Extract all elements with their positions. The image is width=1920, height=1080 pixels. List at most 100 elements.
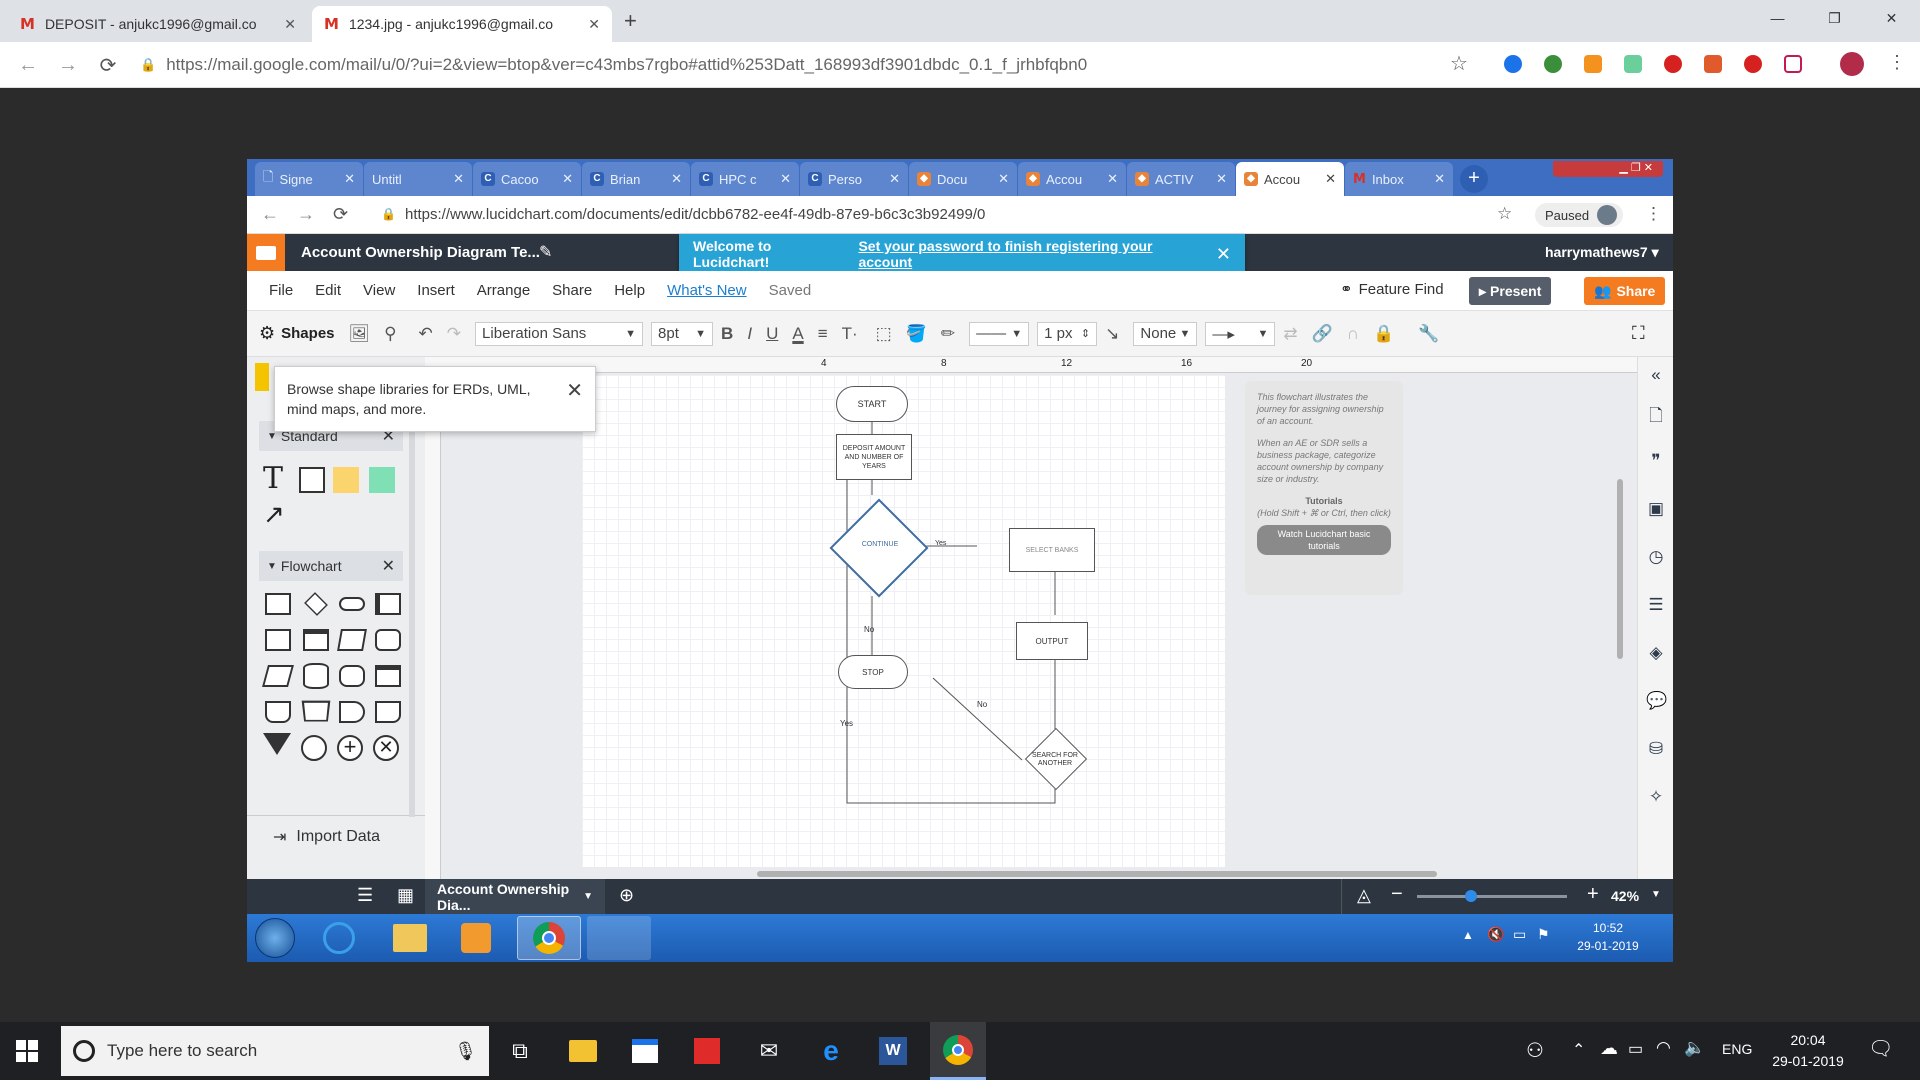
block-shape[interactable] [369,467,395,493]
zoom-in-icon[interactable]: + [1587,883,1599,906]
fill-color-icon[interactable]: 🪣 [906,324,927,344]
close-banner-icon[interactable]: ✕ [1216,244,1231,265]
note-shape[interactable] [333,467,359,493]
outer-tab-deposit[interactable]: M DEPOSIT - anjukc1996@gmail.co ✕ [8,6,308,42]
merge-shape[interactable] [263,733,291,755]
close-icon[interactable]: ✕ [284,16,296,33]
inner-tab[interactable]: C Brian ✕ [582,162,690,196]
menu-view[interactable]: View [363,282,395,299]
inner-tab[interactable]: C Cacoo ✕ [473,162,581,196]
task-view-icon[interactable]: ⧉ [503,1034,537,1068]
close-window-button[interactable]: ✕ [1863,0,1920,36]
folder-icon[interactable] [247,234,285,271]
inner-tab[interactable]: ◆ Docu ✕ [909,162,1017,196]
manual-operation-shape[interactable] [301,700,331,722]
display-shape[interactable] [375,701,401,723]
feature-find-button[interactable]: ⚭ Feature Find [1340,280,1444,299]
layers-icon[interactable]: ☰ [1646,595,1666,615]
inner-tab[interactable]: Untitl ✕ [364,162,472,196]
inner-window-controls[interactable]: ▁ ❐ ✕ [1553,161,1663,177]
paint-taskbar-button[interactable] [587,916,651,960]
star-icon[interactable]: ☆ [1450,51,1468,76]
terminator-shape[interactable] [339,597,365,611]
close-icon[interactable]: ✕ [382,556,395,576]
database-shape[interactable] [303,663,329,689]
close-icon[interactable]: ✕ [1325,171,1336,187]
profile-avatar[interactable] [1840,52,1864,76]
page-icon[interactable]: 🗋 [1646,403,1666,425]
comment-quote-icon[interactable]: ❞ [1646,451,1666,471]
windows-start-icon[interactable] [16,1040,38,1062]
inner-tab-active[interactable]: ◆ Accou ✕ [1236,162,1344,196]
redo-icon[interactable]: ↷ [447,324,461,344]
taskbar-search-box[interactable]: Type here to search 🎙 [61,1026,489,1076]
user-menu[interactable]: harrymathews7 ▾ [1545,244,1659,261]
whats-new-link[interactable]: What's New [667,282,747,299]
stop-node[interactable]: STOP [838,655,908,689]
history-icon[interactable]: ◷ [1646,547,1666,567]
decision-shape[interactable] [304,592,328,616]
notifications-icon[interactable]: 🗨 [1868,1036,1893,1061]
start-node[interactable]: START [836,386,908,422]
panel-scrollbar[interactable] [409,417,415,817]
extension-orange-icon[interactable] [1584,55,1602,73]
internal-storage-shape[interactable] [375,665,401,687]
close-icon[interactable]: ✕ [998,171,1009,187]
inner-tab[interactable]: C Perso ✕ [800,162,908,196]
grid-view-icon[interactable]: ▦ [397,885,414,906]
inner-tab[interactable]: ◆ ACTIV ✕ [1127,162,1235,196]
menu-file[interactable]: File [269,282,293,299]
page-tab[interactable]: Account Ownership Dia... ▼ [425,879,605,914]
close-icon[interactable]: ✕ [562,171,573,187]
arrow-start-select[interactable]: None ▼ [1133,321,1198,346]
output-node[interactable]: OUTPUT [1016,622,1088,660]
magic-wand-icon[interactable]: ✧ [1646,787,1666,807]
forward-icon[interactable]: → [297,204,315,225]
folder-icon[interactable] [393,924,427,952]
gift-app-icon[interactable] [690,1034,724,1068]
collapse-icon[interactable]: « [1646,365,1666,385]
chrome-taskbar-button[interactable] [517,916,581,960]
zoom-slider[interactable] [1417,895,1567,898]
font-select[interactable]: Liberation Sans ▼ [475,321,644,346]
tape-shape[interactable] [265,701,291,723]
maximize-button[interactable]: ❐ [1806,0,1863,36]
close-tooltip-icon[interactable]: ✕ [566,381,583,401]
line-width-select[interactable]: 1 px ⇕ [1037,321,1098,346]
stored-data-shape[interactable] [339,665,365,687]
menu-edit[interactable]: Edit [315,282,341,299]
extension-tool-icon[interactable] [1704,55,1722,73]
document-title[interactable]: Account Ownership Diagram Te... [301,244,540,261]
ie-icon[interactable] [323,922,355,954]
lock-icon[interactable]: 🔒 [1373,324,1394,344]
shapes-button[interactable]: Shapes [281,325,334,342]
flag-icon[interactable]: ⚑ [1537,926,1550,943]
people-icon[interactable]: ⚇ [1526,1038,1544,1063]
rectangle-shape[interactable] [299,467,325,493]
mail-icon[interactable]: ✉ [752,1034,786,1068]
process-shape[interactable] [265,593,291,615]
arrow-end-select[interactable]: —▸ ▼ [1205,321,1276,346]
database-icon[interactable]: ⛁ [1646,739,1666,759]
navigate-icon[interactable]: ◬ [1357,885,1371,906]
extension-search-icon[interactable] [1504,55,1522,73]
edge-icon[interactable]: e [814,1034,848,1068]
menu-share[interactable]: Share [552,282,592,299]
menu-dots-icon[interactable]: ⋮ [1645,204,1662,224]
extension-pocket-icon[interactable] [1784,55,1802,73]
chrome-taskbar-button[interactable] [930,1022,986,1080]
store-icon[interactable] [628,1034,662,1068]
close-icon[interactable]: ✕ [1107,171,1118,187]
inner-url[interactable]: https://www.lucidchart.com/documents/edi… [405,206,985,223]
shape-border-icon[interactable]: ⬚ [876,324,892,344]
presentation-icon[interactable]: ▣ [1646,499,1666,519]
inner-tab[interactable]: 🗋 Signe ✕ [255,162,363,196]
line-style-select[interactable]: —— ▼ [969,321,1030,346]
microphone-icon[interactable]: 🎙 [454,1041,477,1062]
list-view-icon[interactable]: ☰ [357,885,373,906]
summing-junction-shape[interactable]: ✕ [373,735,399,761]
vertical-scrollbar[interactable] [1617,479,1623,659]
flowchart-library-header[interactable]: ▼ Flowchart ✕ [259,551,403,581]
url-field[interactable]: 🔒 https://mail.google.com/mail/u/0/?ui=2… [140,49,1480,81]
share-button[interactable]: 👥 Share [1584,277,1666,305]
